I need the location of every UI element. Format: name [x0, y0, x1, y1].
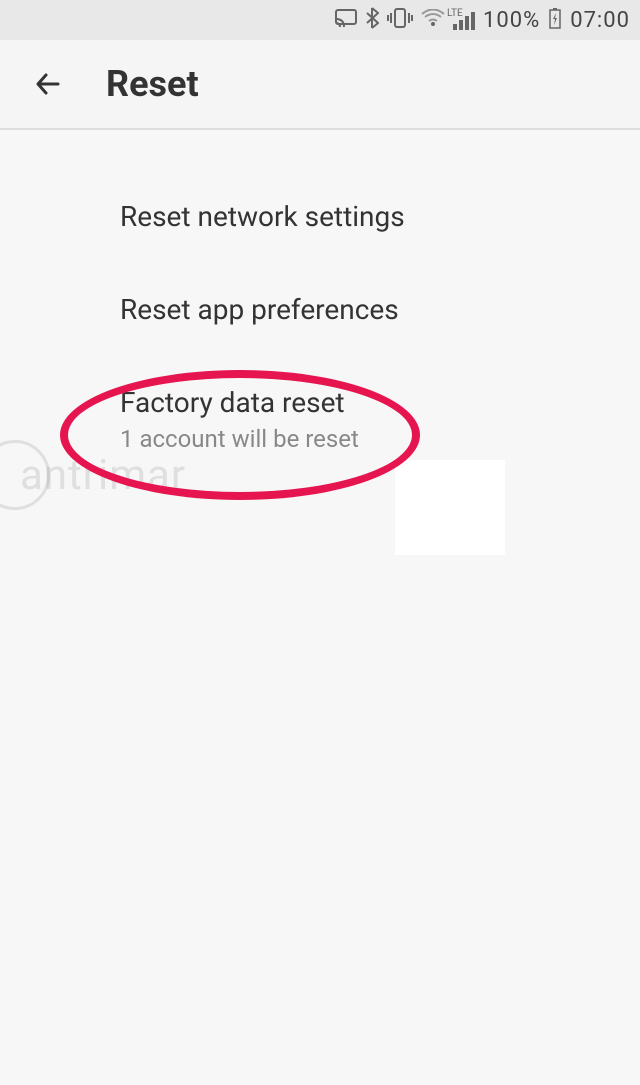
cast-icon — [335, 8, 357, 32]
app-bar: Reset — [0, 40, 640, 130]
battery-charging-icon — [548, 7, 562, 34]
lte-label: LTE — [447, 8, 463, 19]
list-item-title: Reset network settings — [120, 200, 610, 233]
signal-icon: LTE — [453, 10, 475, 30]
vibrate-icon — [387, 7, 413, 34]
battery-percent: 100% — [483, 8, 540, 33]
arrow-left-icon — [32, 68, 64, 100]
list-item-title: Reset app preferences — [120, 293, 610, 326]
settings-list: Reset network settings Reset app prefere… — [0, 130, 640, 483]
back-button[interactable] — [30, 66, 66, 102]
watermark-text: antrimar — [20, 451, 186, 500]
reset-app-preferences-item[interactable]: Reset app preferences — [0, 263, 640, 356]
status-bar: LTE 100% 07:00 — [0, 0, 640, 40]
list-item-title: Factory data reset — [120, 386, 610, 419]
clock-time: 07:00 — [570, 8, 630, 33]
white-patch-overlay — [395, 460, 505, 555]
wifi-icon — [421, 8, 445, 32]
watermark: antrimar — [0, 440, 186, 510]
status-icons-group: LTE 100% 07:00 — [335, 7, 630, 34]
bluetooth-icon — [365, 7, 379, 34]
reset-network-settings-item[interactable]: Reset network settings — [0, 170, 640, 263]
page-title: Reset — [106, 63, 199, 105]
list-item-subtitle: 1 account will be reset — [120, 425, 610, 453]
